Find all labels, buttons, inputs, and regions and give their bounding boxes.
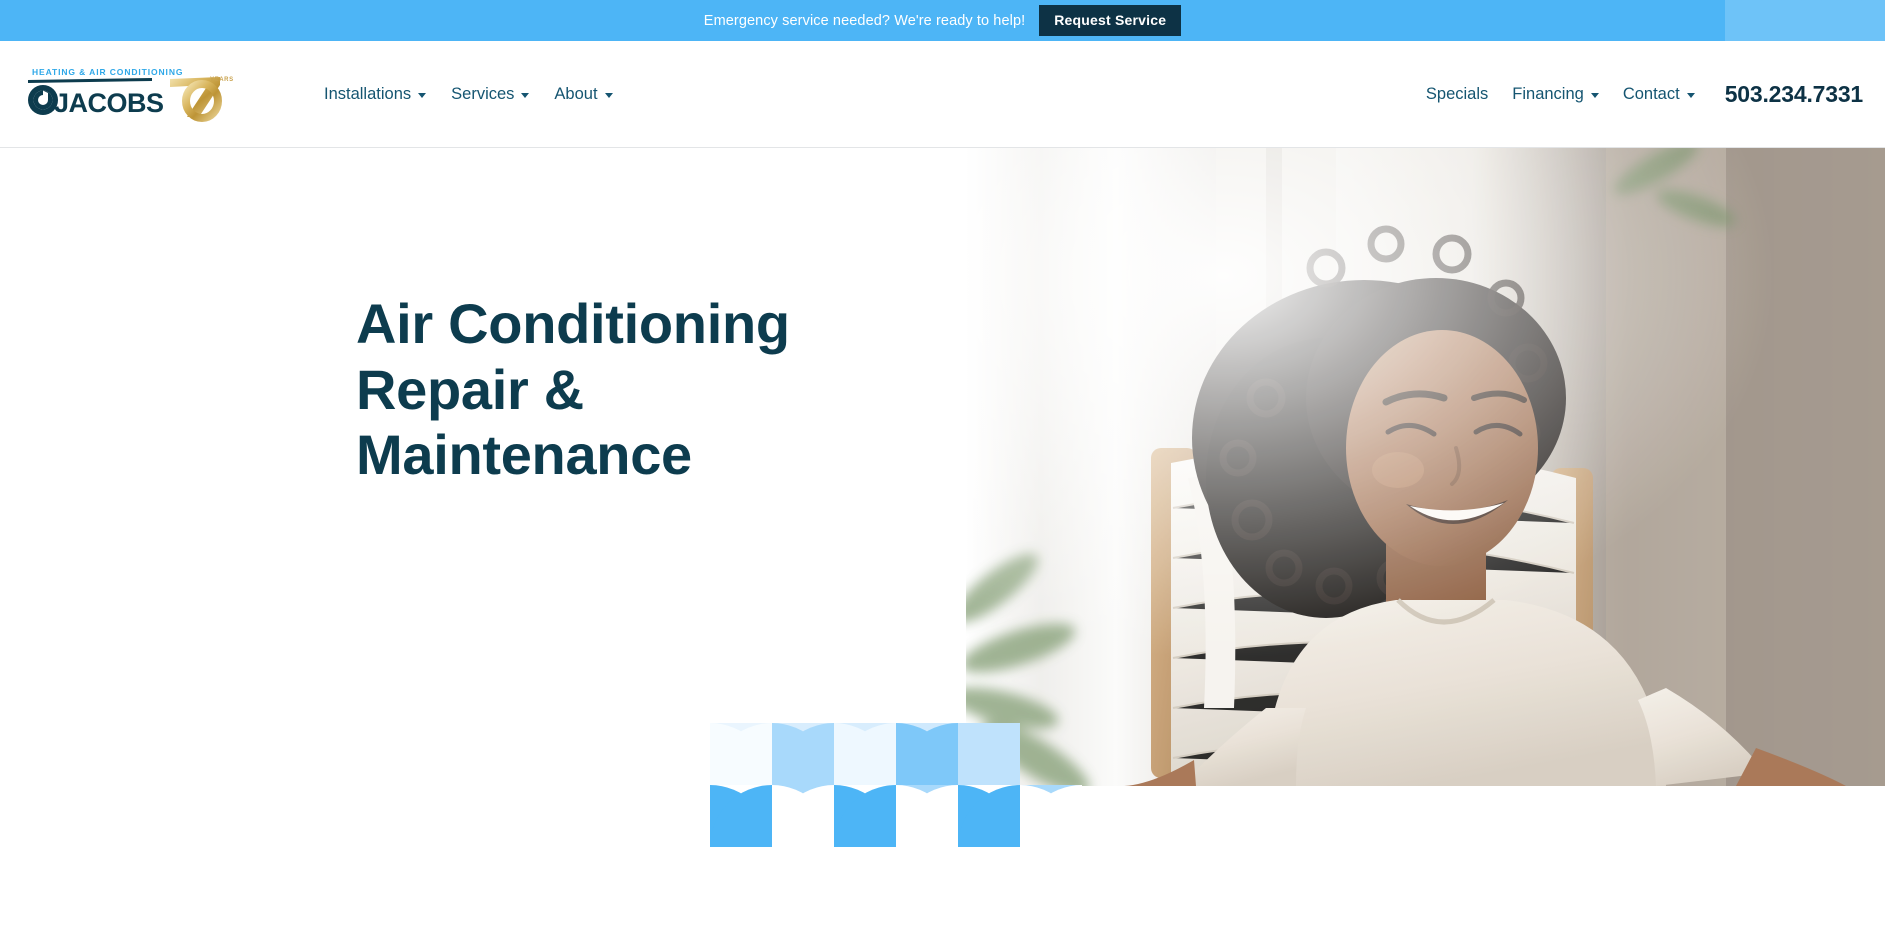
hero-copy: Air Conditioning Repair & Maintenance: [356, 291, 876, 488]
nav-item-services-label: Services: [451, 84, 515, 103]
chevron-down-icon: [604, 92, 613, 98]
hero-section: Air Conditioning Repair & Maintenance: [0, 148, 1885, 944]
site-header: HEATING & AIR CONDITIONING JACOBS YEARS …: [0, 41, 1885, 148]
nav-item-contact-label: Contact: [1622, 84, 1680, 103]
jacobs-logo-icon: HEATING & AIR CONDITIONING JACOBS YEARS: [24, 63, 234, 125]
hero-image: [966, 148, 1885, 786]
nav-item-about-label: About: [554, 84, 598, 103]
chevron-down-icon: [418, 92, 427, 98]
nav-item-about[interactable]: About: [554, 84, 613, 103]
hero-leaf-pattern-icon: [710, 723, 1082, 847]
emergency-message: Emergency service needed? We're ready to…: [703, 12, 1026, 29]
hero-title: Air Conditioning Repair & Maintenance: [356, 292, 790, 487]
emergency-banner-content: Emergency service needed? We're ready to…: [703, 5, 1182, 36]
logo-link[interactable]: HEATING & AIR CONDITIONING JACOBS YEARS: [24, 63, 239, 125]
nav-item-installations-label: Installations: [324, 84, 412, 103]
logo-tagline-text: HEATING & AIR CONDITIONING: [32, 67, 183, 77]
nav-item-specials[interactable]: Specials: [1426, 86, 1488, 103]
nav-item-financing-label: Financing: [1512, 84, 1584, 103]
nav-item-installations[interactable]: Installations: [324, 84, 427, 103]
nav-item-financing[interactable]: Financing: [1512, 86, 1599, 103]
svg-text:YEARS: YEARS: [210, 77, 234, 83]
logo-wordmark-text: JACOBS: [54, 88, 164, 118]
request-service-button[interactable]: Request Service: [1039, 5, 1182, 36]
phone-number-link[interactable]: 503.234.7331: [1725, 81, 1863, 108]
chevron-down-icon: [1590, 92, 1599, 98]
banner-leaf-pattern-icon: [1725, 0, 1885, 41]
nav-item-contact[interactable]: Contact: [1623, 86, 1695, 103]
logo-anniversary-mark: YEARS: [170, 77, 234, 122]
nav-item-services[interactable]: Services: [451, 84, 530, 103]
chevron-down-icon: [521, 92, 530, 98]
secondary-navigation: Specials Financing Contact 503.234.7331: [1426, 81, 1863, 108]
primary-navigation: Installations Services About: [324, 86, 613, 103]
nav-item-specials-label: Specials: [1425, 84, 1489, 103]
emergency-banner: Emergency service needed? We're ready to…: [0, 0, 1885, 41]
chevron-down-icon: [1686, 92, 1695, 98]
